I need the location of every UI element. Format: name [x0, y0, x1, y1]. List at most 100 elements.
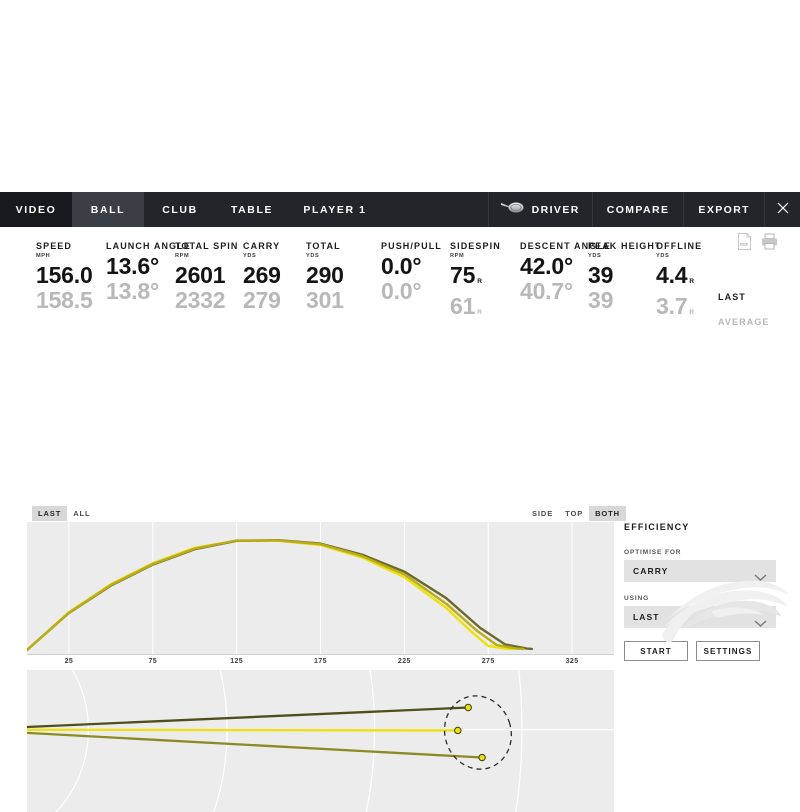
stat-speed-last: 156.0: [36, 262, 93, 288]
using-select[interactable]: LAST: [624, 606, 776, 628]
trajectory-lines: [27, 539, 533, 652]
tab-table[interactable]: TABLE: [216, 192, 288, 227]
stat-push-pull: PUSH/PULL 0.0° 0.0°: [381, 241, 442, 304]
stat-sidespin-label: SIDESPIN: [450, 241, 501, 251]
close-button[interactable]: [764, 192, 800, 227]
stat-total-spin-last: 2601: [175, 262, 226, 288]
stat-sidespin-average: 61 R: [450, 293, 482, 319]
landing-point-shot-b[interactable]: [454, 726, 462, 735]
stat-total-spin-average: 2332: [175, 287, 226, 313]
export-button[interactable]: EXPORT: [683, 192, 764, 227]
stat-offline-unit: YDS: [656, 253, 670, 259]
using-label: USING: [624, 595, 650, 602]
shot-filter-toggle: LAST ALL: [32, 506, 96, 521]
trajectory-svg: [27, 522, 573, 654]
optimise-for-label: OPTIMISE FOR: [624, 549, 682, 556]
compare-label: COMPARE: [606, 203, 670, 216]
stat-peak-height-label: PEAK HEIGHT: [588, 241, 662, 251]
toggle-last[interactable]: LAST: [32, 506, 68, 521]
stat-offline-average-suffix: R: [689, 309, 695, 316]
range-rings: [27, 670, 614, 812]
trajectory-gridlines: [68, 522, 573, 654]
landing-points: [454, 703, 486, 762]
tab-club-label: CLUB: [162, 203, 198, 216]
toggle-both-view[interactable]: BOTH: [589, 506, 626, 521]
chevron-down-icon: [754, 568, 767, 586]
svg-text:PDF: PDF: [740, 242, 749, 247]
tab-ball[interactable]: BALL: [72, 192, 144, 227]
range-ring-3: [365, 670, 376, 812]
stat-carry-last: 269: [243, 262, 281, 288]
view-mode-toggle: SIDE TOP BOTH: [526, 506, 626, 521]
optimise-for-value: CARRY: [633, 566, 669, 576]
stat-peak-height: PEAK HEIGHT YDS 39 39: [588, 241, 662, 313]
trajectory-line-average-shot: [27, 539, 533, 652]
nav-spacer: [382, 192, 488, 227]
using-value: LAST: [633, 612, 660, 622]
tab-club[interactable]: CLUB: [144, 192, 216, 227]
dispersion-top-view-chart: [27, 670, 614, 812]
club-selector[interactable]: DRIVER: [487, 192, 592, 227]
export-icon-group: PDF: [737, 233, 778, 255]
settings-button[interactable]: SETTINGS: [696, 641, 760, 661]
tab-table-label: TABLE: [230, 203, 274, 216]
stat-push-pull-label: PUSH/PULL: [381, 241, 442, 251]
top-navigation-bar: VIDEO BALL CLUB TABLE PLAYER 1 DRIVER CO…: [0, 192, 800, 227]
stat-total-last: 290: [306, 262, 344, 288]
stat-speed-unit: MPH: [36, 253, 51, 259]
dispersion-ellipse-shape: [443, 695, 512, 770]
efficiency-buttons: START SETTINGS: [624, 641, 776, 661]
stat-total-spin-unit: RPM: [175, 253, 190, 259]
stat-carry-unit: YDS: [243, 253, 257, 259]
stat-sidespin: SIDESPIN RPM 75 R 61 R: [450, 241, 501, 325]
axis-tick-325: 325: [565, 658, 579, 665]
stat-total-unit: YDS: [306, 253, 320, 259]
printer-icon[interactable]: [761, 233, 778, 255]
stat-speed: SPEED MPH 156.0 158.5: [36, 241, 93, 313]
trajectory-x-axis: 25 75 125 175 225 275 325: [27, 654, 614, 670]
stat-sidespin-unit: RPM: [450, 253, 465, 259]
toggle-all[interactable]: ALL: [67, 506, 96, 521]
chevron-down-icon: [754, 614, 767, 632]
efficiency-title: EFFICIENCY: [624, 522, 690, 532]
start-button[interactable]: START: [624, 641, 688, 661]
axis-tick-275: 275: [481, 658, 495, 665]
stat-sidespin-last-suffix: R: [477, 278, 482, 285]
stat-push-pull-last: 0.0°: [381, 253, 422, 279]
close-icon: [777, 201, 789, 219]
stat-offline-last-suffix: R: [689, 278, 695, 285]
pdf-icon[interactable]: PDF: [737, 233, 752, 255]
toggle-top-view[interactable]: TOP: [559, 506, 589, 521]
dispersion-svg: [27, 670, 614, 812]
tab-ball-label: BALL: [90, 203, 126, 216]
series-legend: LAST AVERAGE: [718, 285, 778, 335]
landing-point-shot-a[interactable]: [478, 753, 486, 762]
shot-path-shot-c: [27, 706, 470, 729]
compare-button[interactable]: COMPARE: [591, 192, 684, 227]
tab-player-1[interactable]: PLAYER 1: [288, 192, 382, 227]
optimise-for-select[interactable]: CARRY: [624, 560, 776, 582]
trajectory-side-view-chart: [27, 522, 614, 654]
stat-sidespin-average-suffix: R: [477, 309, 482, 316]
stat-speed-label: SPEED: [36, 241, 73, 251]
tab-player-1-label: PLAYER 1: [303, 203, 367, 216]
shot-path-shot-a: [27, 731, 484, 759]
axis-tick-25: 25: [64, 658, 74, 665]
stat-offline-label: OFFLINE: [656, 241, 703, 251]
axis-tick-225: 225: [397, 658, 411, 665]
stat-total-spin-label: TOTAL SPIN: [175, 241, 239, 251]
stat-peak-height-average: 39: [588, 287, 614, 313]
trajectory-line-shot-3: [27, 539, 525, 652]
stat-total-spin: TOTAL SPIN RPM 2601 2332: [175, 241, 239, 313]
stat-carry-average: 279: [243, 287, 281, 313]
dispersion-ellipse: [443, 695, 512, 770]
efficiency-panel: EFFICIENCY OPTIMISE FOR CARRY USING LAST…: [624, 522, 776, 661]
shot-path-shot-b: [27, 728, 459, 732]
landing-point-shot-c[interactable]: [464, 703, 472, 712]
launch-monitor-app: VIDEO BALL CLUB TABLE PLAYER 1 DRIVER CO…: [0, 192, 800, 812]
club-label: DRIVER: [531, 203, 580, 216]
stat-total-label: TOTAL: [306, 241, 341, 251]
shot-paths: [27, 706, 484, 759]
toggle-side-view[interactable]: SIDE: [526, 506, 559, 521]
tab-video[interactable]: VIDEO: [0, 192, 72, 227]
